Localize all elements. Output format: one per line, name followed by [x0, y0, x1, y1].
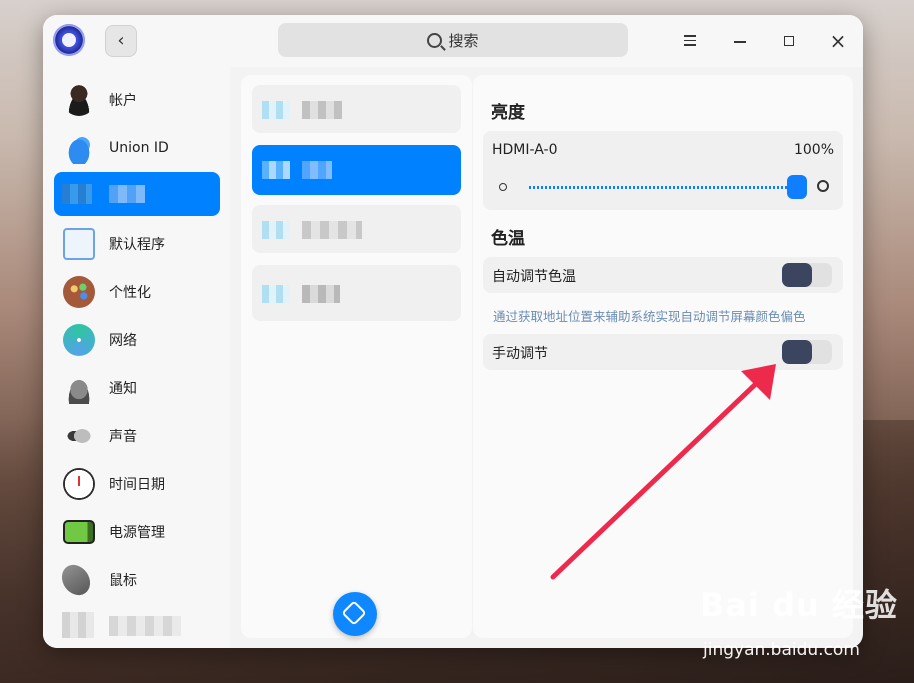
sidebar-item-personalization[interactable]: 个性化	[54, 270, 220, 314]
brightness-percent: 100%	[793, 142, 834, 158]
watermark-site: jingyan.baidu.com	[703, 640, 860, 660]
brightness-title: 亮度	[491, 103, 525, 123]
sidebar-item-label: 默认程序	[109, 237, 165, 253]
bell-icon	[63, 372, 95, 404]
battery-icon	[63, 520, 95, 544]
color-temp-title: 色温	[491, 229, 525, 249]
sidebar-item-datetime[interactable]: 时间日期	[54, 462, 220, 506]
sidebar-item-display[interactable]	[54, 172, 220, 216]
search-label: 搜索	[448, 31, 479, 50]
submenu-item[interactable]	[252, 85, 461, 133]
sidebar-item-account[interactable]: 帐户	[54, 78, 220, 122]
monitor-name: HDMI-A-0	[492, 142, 558, 158]
cloud-icon	[63, 132, 95, 164]
back-button[interactable]: ‹	[105, 25, 137, 57]
rotate-screen-button[interactable]	[333, 592, 377, 636]
redacted-icon	[62, 612, 94, 638]
brightness-high-icon	[817, 180, 829, 192]
sidebar-item-default-apps[interactable]: 默认程序	[54, 222, 220, 266]
speaker-icon	[63, 420, 95, 452]
watermark-logo: Bai du 经验	[700, 586, 898, 624]
mouse-icon	[56, 559, 96, 601]
palette-icon	[63, 276, 95, 308]
submenu-item-active[interactable]	[252, 145, 461, 195]
brightness-slider-track[interactable]	[529, 186, 791, 189]
sidebar-item-label: 鼠标	[109, 573, 137, 589]
sidebar-item-label: Union ID	[109, 140, 169, 156]
network-icon	[63, 324, 95, 356]
auto-color-temp-row: 自动调节色温	[483, 257, 843, 293]
brightness-card: HDMI-A-0 100%	[483, 131, 843, 210]
titlebar: ‹ 搜索 ×	[43, 15, 863, 67]
clock-icon	[63, 468, 95, 500]
sidebar-item-label: 帐户	[109, 93, 137, 109]
submenu-item[interactable]	[252, 265, 461, 321]
control-center-window: ‹ 搜索 × 帐户 Union ID 默认程序 个性化 网络 通知 声音 时间日…	[43, 15, 863, 648]
sidebar-item-union-id[interactable]: Union ID	[54, 126, 220, 170]
display-submenu-panel	[241, 75, 472, 638]
sidebar-item-label: 网络	[109, 333, 137, 349]
auto-color-temp-toggle[interactable]	[782, 263, 832, 287]
sidebar-item-label: 声音	[109, 429, 137, 445]
search-icon	[427, 32, 443, 48]
sidebar-item-sound[interactable]: 声音	[54, 414, 220, 458]
menu-icon[interactable]	[677, 29, 703, 53]
sidebar-item-label-redacted	[109, 185, 145, 203]
sidebar-item-notification[interactable]: 通知	[54, 366, 220, 410]
close-icon[interactable]: ×	[825, 29, 851, 53]
sidebar-item-network[interactable]: 网络	[54, 318, 220, 362]
maximize-icon[interactable]	[776, 29, 802, 53]
submenu-item[interactable]	[252, 205, 461, 253]
sidebar-item-mouse[interactable]: 鼠标	[54, 558, 220, 602]
sidebar-item-redacted[interactable]	[54, 604, 220, 648]
default-apps-icon	[63, 228, 95, 260]
display-settings-panel: 亮度 HDMI-A-0 100% 色温 自动调节色温 通过获取地址位置来辅助系统…	[473, 75, 853, 638]
minimize-icon[interactable]	[727, 29, 753, 53]
redacted-label	[109, 616, 181, 636]
sidebar: 帐户 Union ID 默认程序 个性化 网络 通知 声音 时间日期 电源管理 …	[43, 67, 230, 648]
manual-adjust-toggle[interactable]	[782, 340, 832, 364]
user-icon	[63, 84, 95, 116]
sidebar-item-label: 个性化	[109, 285, 151, 301]
manual-adjust-label: 手动调节	[492, 346, 548, 362]
manual-adjust-row: 手动调节	[483, 334, 843, 370]
search-box[interactable]: 搜索	[278, 23, 628, 57]
auto-color-temp-hint: 通过获取地址位置来辅助系统实现自动调节屏幕颜色偏色	[493, 309, 806, 324]
display-icon	[62, 184, 92, 204]
sidebar-item-label: 电源管理	[109, 525, 165, 541]
control-center-logo-icon	[53, 24, 85, 56]
brightness-low-icon	[499, 183, 507, 191]
baidu-watermark: Bai du 经验 jingyan.baidu.com	[700, 580, 898, 660]
sidebar-item-power[interactable]: 电源管理	[54, 510, 220, 554]
brightness-slider-handle[interactable]	[787, 175, 807, 199]
auto-color-temp-label: 自动调节色温	[492, 269, 576, 285]
sidebar-item-label: 通知	[109, 381, 137, 397]
sidebar-item-label: 时间日期	[109, 477, 165, 493]
